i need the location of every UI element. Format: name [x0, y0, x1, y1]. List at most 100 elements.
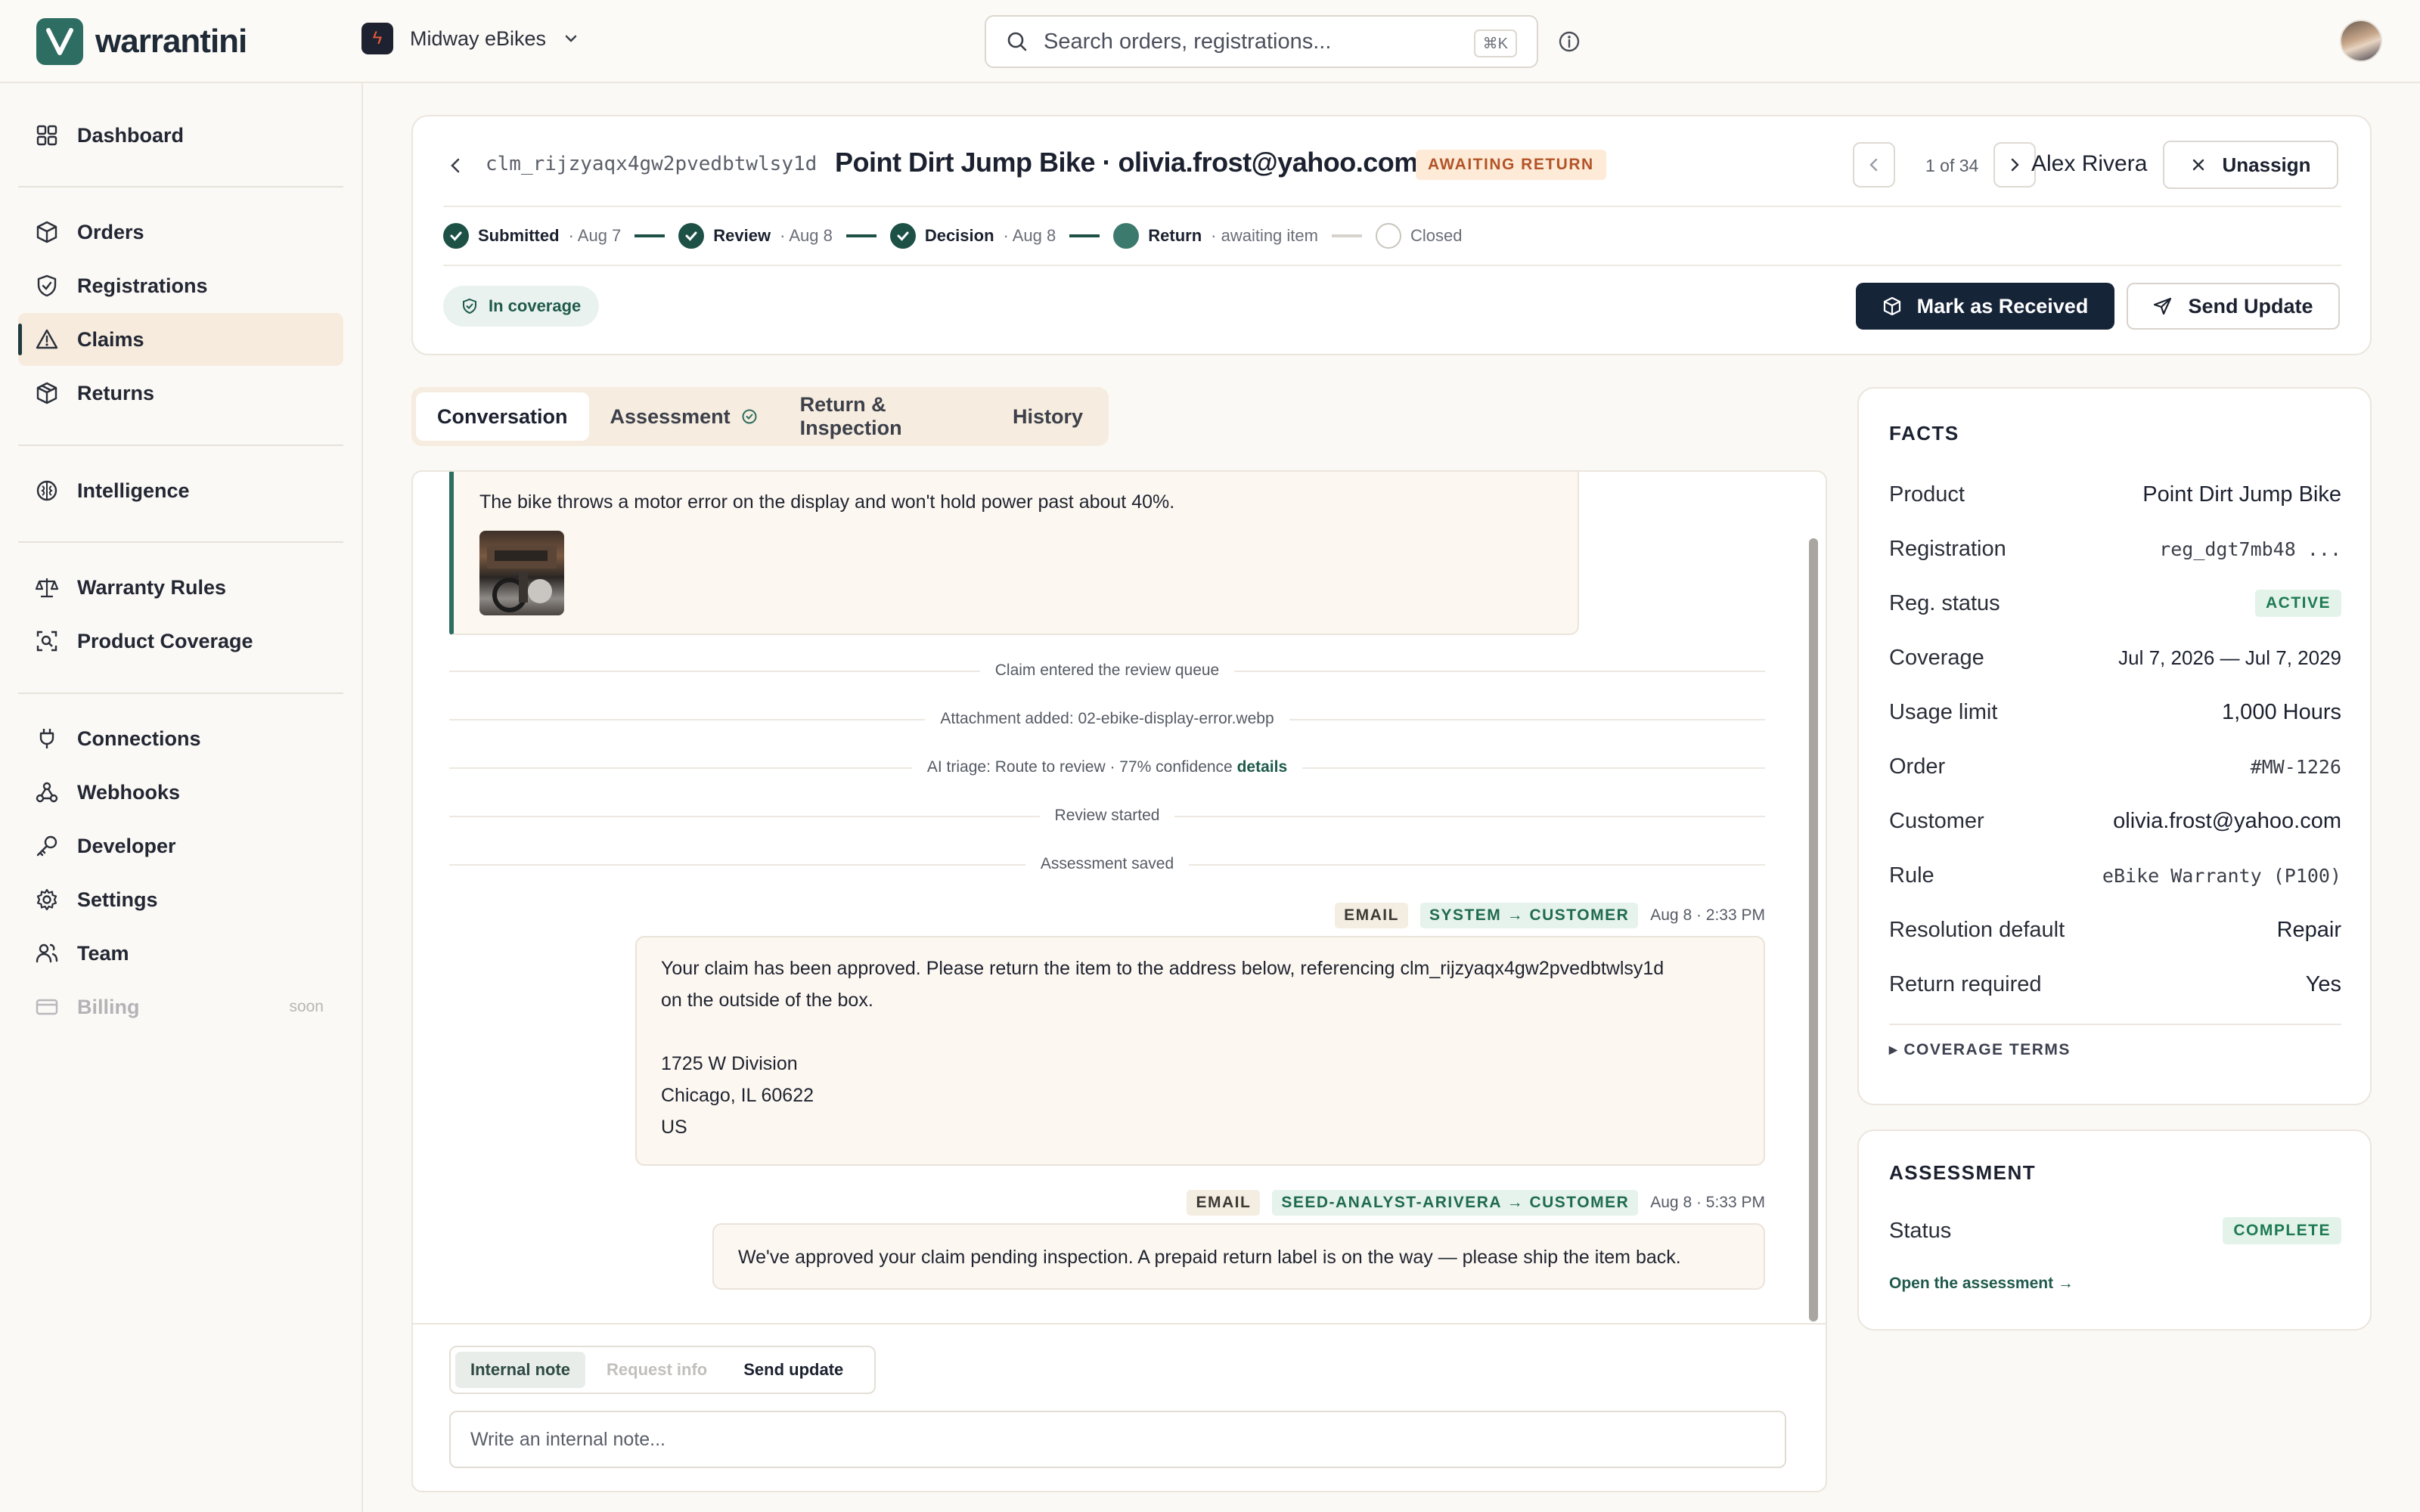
- tab-conversation[interactable]: Conversation: [416, 392, 589, 441]
- sidebar-item-settings[interactable]: Settings: [18, 873, 343, 926]
- prev-claim-button[interactable]: [1853, 142, 1895, 187]
- details-link[interactable]: details: [1237, 758, 1288, 776]
- conversation-panel: The bike throws a motor error on the dis…: [411, 470, 1827, 1492]
- tab-assessment[interactable]: Assessment: [589, 392, 779, 441]
- fact-key: Return required: [1889, 971, 2042, 996]
- header-divider: [443, 265, 2341, 266]
- message-line: Your claim has been approved. Please ret…: [661, 958, 1665, 979]
- fact-row-order: Order #MW-1226: [1889, 739, 2341, 794]
- org-switcher[interactable]: ϟ Midway eBikes: [361, 23, 579, 54]
- step-date: · Aug 7: [568, 226, 622, 245]
- tab-label: History: [1012, 404, 1083, 428]
- fact-row-customer: Customer olivia.frost@yahoo.com: [1889, 794, 2341, 848]
- open-assessment-link[interactable]: Open the assessment →: [1889, 1275, 2074, 1293]
- route-tag: SEED-ANALYST-ARIVERA → CUSTOMER: [1272, 1190, 1639, 1216]
- coverage-label: In coverage: [489, 296, 582, 315]
- sidebar-item-label: Intelligence: [77, 479, 190, 502]
- timeline-event: Attachment added: 02-ebike-display-error…: [449, 708, 1765, 730]
- tab-return-inspection[interactable]: Return & Inspection: [779, 392, 991, 441]
- step-label: Closed: [1410, 226, 1463, 245]
- sidebar-item-developer[interactable]: Developer: [18, 820, 343, 872]
- fact-key: Usage limit: [1889, 699, 1998, 724]
- sidebar-item-registrations[interactable]: Registrations: [18, 259, 343, 312]
- fact-value[interactable]: reg_dgt7mb48 ...: [2159, 538, 2341, 560]
- fact-value[interactable]: #MW-1226: [2251, 756, 2341, 778]
- search-bar[interactable]: Search orders, registrations... ⌘K: [985, 15, 1538, 68]
- status-badge: ACTIVE: [2254, 590, 2341, 617]
- composer-tab-send-update[interactable]: Send update: [728, 1352, 858, 1388]
- fact-row-reg-status: Reg. status ACTIVE: [1889, 576, 2341, 631]
- logo-mark-icon: [36, 18, 83, 65]
- brand-name: warrantini: [95, 23, 247, 60]
- sidebar-item-label: Claims: [77, 327, 144, 351]
- sidebar-item-warranty-rules[interactable]: Warranty Rules: [18, 561, 343, 614]
- sidebar-item-label: Team: [77, 941, 129, 965]
- empty-circle-icon: [1375, 223, 1401, 249]
- card-icon: [35, 995, 59, 1019]
- event-text: Attachment added: 02-ebike-display-error…: [925, 710, 1289, 728]
- sidebar-item-dashboard[interactable]: Dashboard: [18, 109, 343, 162]
- composer-mode-tabs: Internal note Request info Send update: [449, 1346, 876, 1394]
- sidebar-item-webhooks[interactable]: Webhooks: [18, 766, 343, 819]
- check-icon: [889, 223, 916, 249]
- fact-key: Reg. status: [1889, 590, 2000, 615]
- tab-label: Conversation: [437, 404, 568, 428]
- composer-tab-label: Internal note: [470, 1360, 571, 1379]
- back-chevron-icon[interactable]: [446, 156, 466, 175]
- user-avatar[interactable]: [2340, 20, 2382, 62]
- composer-divider: [413, 1323, 1826, 1325]
- send-update-button[interactable]: Send Update: [2127, 283, 2340, 330]
- coverage-status-pill: In coverage: [443, 286, 600, 327]
- step-label: Submitted: [478, 226, 560, 245]
- event-text: AI triage: Route to review · 77% confide…: [926, 758, 1233, 776]
- fact-row-registration: Registration reg_dgt7mb48 ...: [1889, 522, 2341, 576]
- message-line: 1725 W Division: [661, 1053, 798, 1074]
- tab-history[interactable]: History: [991, 392, 1104, 441]
- step-connector: [1069, 234, 1100, 237]
- step-label: Review: [713, 226, 771, 245]
- claim-status-badge: AWAITING RETURN: [1416, 150, 1606, 180]
- sidebar-divider: [18, 445, 343, 446]
- fact-key: Product: [1889, 482, 1965, 507]
- close-icon: [2190, 156, 2207, 173]
- facts-panel: FACTS Product Point Dirt Jump Bike Regist…: [1857, 387, 2372, 1105]
- next-claim-button[interactable]: [1993, 142, 2036, 187]
- coverage-terms-toggle[interactable]: ▸ COVERAGE TERMS: [1889, 1040, 2071, 1059]
- fact-value[interactable]: eBike Warranty (P100): [2102, 865, 2341, 887]
- tab-label: Return & Inspection: [799, 393, 902, 439]
- claim-id[interactable]: clm_rijzyaqx4gw2pvedbtwlsy1d: [486, 153, 817, 175]
- timeline-event: Claim entered the review queue: [449, 659, 1765, 682]
- sidebar-item-connections[interactable]: Connections: [18, 712, 343, 765]
- webhook-icon: [35, 780, 59, 804]
- facts-divider: [1889, 1024, 2341, 1025]
- info-icon[interactable]: [1556, 29, 1582, 54]
- claim-title: Point Dirt Jump Bike · olivia.frost@yaho…: [835, 147, 1418, 178]
- scrollbar[interactable]: [1809, 538, 1818, 1321]
- sidebar-item-intelligence[interactable]: Intelligence: [18, 464, 343, 517]
- sidebar-item-label: Webhooks: [77, 780, 181, 804]
- brand-logo[interactable]: warrantini: [36, 18, 247, 65]
- channel-tag: EMAIL: [1187, 1190, 1261, 1216]
- composer-tab-label: Send update: [743, 1360, 844, 1379]
- composer-tab-internal-note[interactable]: Internal note: [455, 1352, 586, 1388]
- event-text: Claim entered the review queue: [979, 662, 1235, 680]
- sidebar-item-label: Orders: [77, 220, 144, 243]
- soon-badge: soon: [289, 998, 324, 1015]
- sidebar-item-product-coverage[interactable]: Product Coverage: [18, 615, 343, 668]
- sidebar-item-team[interactable]: Team: [18, 927, 343, 980]
- warning-triangle-icon: [35, 327, 59, 352]
- sidebar-item-claims[interactable]: Claims: [18, 313, 343, 366]
- outgoing-message: Your claim has been approved. Please ret…: [635, 936, 1765, 1166]
- status-badge: COMPLETE: [2223, 1217, 2341, 1244]
- sidebar-item-orders[interactable]: Orders: [18, 206, 343, 259]
- top-bar: warrantini ϟ Midway eBikes Search orders…: [0, 0, 2420, 83]
- tab-label: Assessment: [610, 404, 731, 428]
- unassign-button[interactable]: Unassign: [2163, 141, 2338, 189]
- mark-as-received-button[interactable]: Mark as Received: [1856, 283, 2114, 330]
- timeline-event: Review started: [449, 804, 1765, 827]
- sidebar-item-returns[interactable]: Returns: [18, 367, 343, 420]
- sidebar-divider: [18, 692, 343, 694]
- attachment-thumbnail[interactable]: [479, 531, 564, 615]
- internal-note-input[interactable]: [449, 1411, 1786, 1468]
- step-connector: [845, 234, 876, 237]
